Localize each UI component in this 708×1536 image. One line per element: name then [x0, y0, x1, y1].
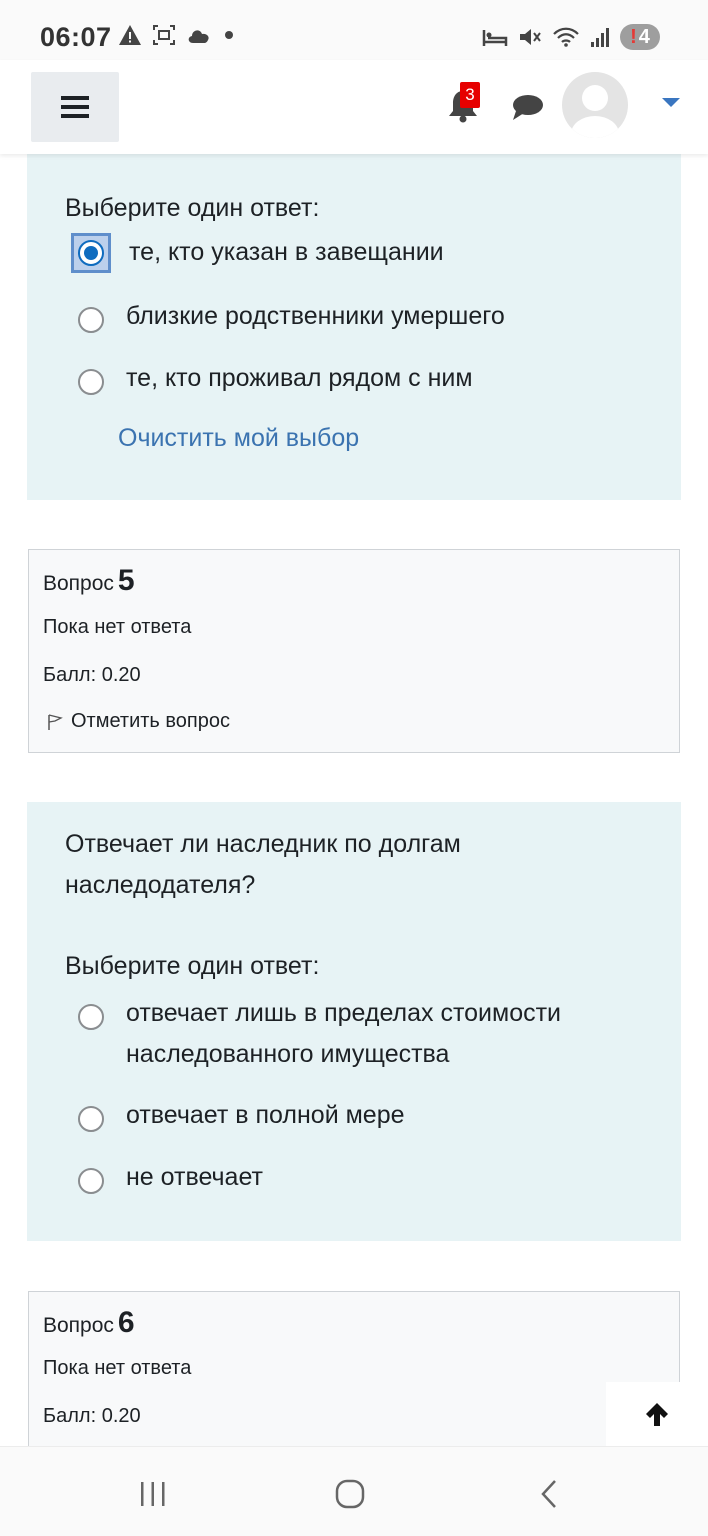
question-grade: Балл: 0.20 — [43, 1405, 141, 1427]
radio-button[interactable] — [78, 1106, 104, 1132]
arrow-up-icon — [646, 1403, 668, 1426]
question-number: 6 — [117, 1306, 135, 1339]
dot-icon — [225, 31, 233, 39]
radio-button[interactable] — [78, 1168, 104, 1194]
question-text: Отвечает ли наследник по долгам наследод… — [65, 830, 461, 899]
battery-badge: ! 4 — [620, 24, 660, 50]
radio-button-checked[interactable] — [78, 240, 104, 266]
radio-focus-ring — [71, 233, 111, 273]
answer-prompt: Выберите один ответ: — [65, 194, 320, 222]
home-icon — [335, 1479, 365, 1509]
flag-icon — [48, 713, 63, 730]
radio-button[interactable] — [78, 369, 104, 395]
answer-option[interactable]: близкие родственники умершего — [78, 296, 646, 337]
status-time: 06:07 — [40, 22, 112, 52]
cloud-icon — [188, 30, 209, 43]
question-number: 5 — [117, 564, 135, 597]
answer-option-label: отвечает лишь в пределах стоимости насле… — [126, 999, 562, 1068]
warning-icon — [119, 25, 141, 45]
answer-option-label: не отвечает — [126, 1163, 263, 1191]
question-status: Пока нет ответа — [43, 1357, 192, 1379]
battery-level: 4 — [638, 25, 650, 48]
status-right-icons: ! 4 — [482, 24, 660, 50]
hamburger-icon — [61, 96, 89, 118]
user-menu-caret-icon[interactable] — [662, 98, 680, 107]
answer-option-label: те, кто указан в завещании — [129, 238, 444, 266]
answer-option-label: близкие родственники умершего — [126, 302, 505, 330]
question-heading: Вопрос 6 — [43, 1306, 135, 1340]
wifi-icon — [553, 27, 579, 47]
back-to-top-button[interactable] — [606, 1382, 708, 1446]
back-button[interactable] — [529, 1477, 569, 1511]
answer-option[interactable]: не отвечает — [78, 1157, 646, 1198]
question-5-info: Вопрос 5 Пока нет ответа Балл: 0.20 Отмет… — [28, 549, 680, 753]
answer-option[interactable]: отвечает в полной мере — [78, 1095, 646, 1136]
chat-icon[interactable] — [510, 92, 544, 122]
mute-icon — [520, 29, 541, 45]
flag-question-link[interactable]: Отметить вопрос — [47, 710, 230, 733]
user-silhouette-icon — [571, 85, 619, 138]
answer-prompt: Выберите один ответ: — [65, 952, 320, 980]
radio-button[interactable] — [78, 1004, 104, 1030]
flag-question-label: Отметить вопрос — [71, 710, 230, 732]
system-navigation-bar — [0, 1446, 708, 1536]
question-status: Пока нет ответа — [43, 616, 192, 638]
question-grade: Балл: 0.20 — [43, 664, 141, 686]
answer-option[interactable]: отвечает лишь в пределах стоимости насле… — [78, 993, 646, 1075]
radio-button[interactable] — [78, 307, 104, 333]
answer-option-label: те, кто проживал рядом с ним — [126, 364, 473, 392]
answer-option-label: отвечает в полной мере — [126, 1101, 405, 1129]
question-heading: Вопрос 5 — [43, 564, 135, 598]
recent-apps-button[interactable] — [133, 1477, 173, 1511]
question-label: Вопрос — [43, 1314, 114, 1337]
question-label: Вопрос — [43, 572, 114, 595]
notification-count-badge: 3 — [460, 82, 480, 108]
answer-option[interactable]: те, кто указан в завещании — [71, 233, 649, 273]
recent-apps-icon — [141, 1482, 165, 1506]
battery-alert: ! — [630, 25, 637, 48]
screenshot-icon — [153, 25, 175, 45]
app-header: 3 — [0, 60, 708, 154]
sleep-mode-icon — [482, 30, 508, 46]
answer-option[interactable]: те, кто проживал рядом с ним — [78, 358, 646, 399]
home-button[interactable] — [330, 1477, 370, 1511]
status-left-icons — [118, 24, 236, 46]
status-bar: 06:07 ! 4 — [0, 0, 708, 60]
clear-choice-link[interactable]: Очистить мой выбор — [118, 424, 359, 453]
menu-button[interactable] — [31, 72, 119, 142]
signal-icon — [591, 28, 609, 47]
user-avatar[interactable] — [562, 72, 628, 138]
back-icon — [541, 1480, 556, 1508]
